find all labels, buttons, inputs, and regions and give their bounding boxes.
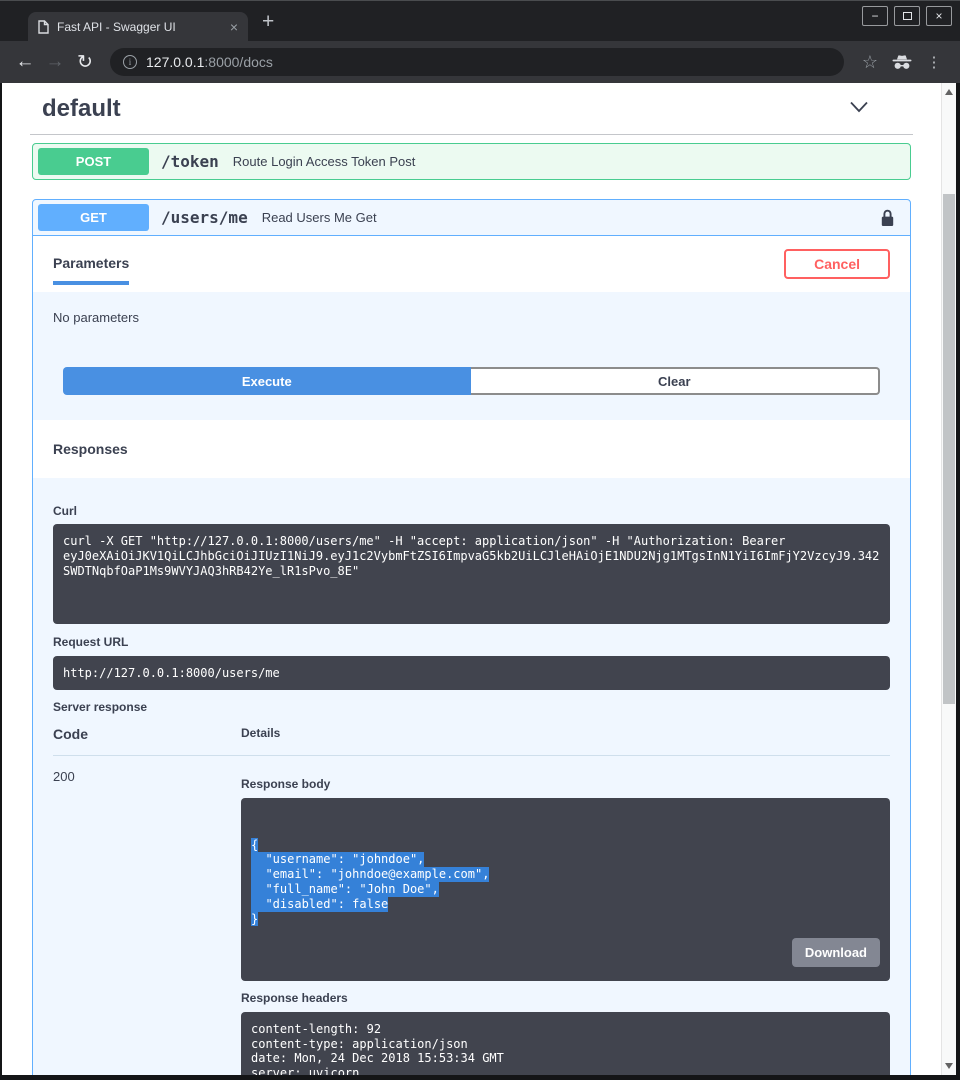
response-headers-block: content-length: 92content-type: applicat… bbox=[241, 1012, 890, 1075]
incognito-icon bbox=[886, 55, 918, 70]
curl-command-block: curl -X GET "http://127.0.0.1:8000/users… bbox=[53, 524, 890, 624]
window-controls: − × bbox=[862, 6, 952, 26]
browser-window: Fast API - Swagger UI × + − × ← → ↻ i 12… bbox=[0, 0, 960, 1080]
endpoint-get-users-me: GET /users/me Read Users Me Get Paramete… bbox=[32, 199, 911, 1075]
maximize-button[interactable] bbox=[894, 6, 920, 26]
parameters-bar: Parameters Cancel bbox=[33, 236, 910, 292]
endpoint-summary: Route Login Access Token Post bbox=[233, 154, 416, 169]
browser-menu-icon[interactable]: ⋮ bbox=[918, 53, 950, 71]
responses-section-header: Responses bbox=[33, 420, 910, 478]
maximize-icon bbox=[903, 12, 912, 20]
tag-title: default bbox=[42, 95, 121, 123]
response-body-json: { "username": "johndoe", "email": "johnd… bbox=[251, 838, 880, 927]
tab-parameters[interactable]: Parameters bbox=[53, 255, 129, 285]
minimize-button[interactable]: − bbox=[862, 6, 888, 26]
chevron-down-icon[interactable] bbox=[849, 100, 869, 118]
response-details-cell: Response body { "username": "johndoe", "… bbox=[241, 769, 890, 1075]
endpoint-path: /token bbox=[161, 152, 219, 171]
page-icon bbox=[38, 20, 49, 34]
cancel-button[interactable]: Cancel bbox=[784, 249, 890, 279]
auth-lock-icon[interactable] bbox=[881, 209, 894, 227]
url-text: 127.0.0.1:8000/docs bbox=[146, 54, 273, 70]
request-url-block: http://127.0.0.1:8000/users/me bbox=[53, 656, 890, 690]
request-url-label: Request URL bbox=[53, 635, 890, 649]
endpoint-summary: Read Users Me Get bbox=[262, 210, 377, 225]
response-headers-label: Response headers bbox=[241, 991, 890, 1005]
server-response-table-header: Code Details bbox=[53, 726, 890, 756]
refresh-icon[interactable]: ↻ bbox=[70, 51, 100, 74]
browser-toolbar: ← → ↻ i 127.0.0.1:8000/docs ☆ ⋮ bbox=[0, 41, 960, 83]
bookmark-star-icon[interactable]: ☆ bbox=[854, 52, 886, 73]
swagger-page: default POST /token Route Login Access T… bbox=[2, 83, 941, 1075]
response-body-label: Response body bbox=[241, 777, 890, 791]
execute-button[interactable]: Execute bbox=[63, 367, 471, 395]
status-code: 200 bbox=[53, 769, 241, 1075]
tab-title: Fast API - Swagger UI bbox=[57, 20, 222, 34]
endpoint-path: /users/me bbox=[161, 208, 248, 227]
code-column-header: Code bbox=[53, 726, 241, 742]
curl-label: Curl bbox=[53, 504, 890, 518]
tab-close-icon[interactable]: × bbox=[230, 20, 238, 34]
scrollbar-thumb[interactable] bbox=[943, 194, 955, 704]
scroll-up-icon[interactable] bbox=[945, 89, 953, 95]
execute-row: Execute Clear bbox=[63, 367, 880, 395]
site-info-icon[interactable]: i bbox=[123, 55, 137, 69]
browser-tab[interactable]: Fast API - Swagger UI × bbox=[28, 12, 248, 41]
clear-button[interactable]: Clear bbox=[471, 367, 881, 395]
scroll-down-icon[interactable] bbox=[945, 1063, 953, 1069]
address-bar[interactable]: i 127.0.0.1:8000/docs bbox=[110, 48, 844, 76]
new-tab-button[interactable]: + bbox=[262, 10, 274, 34]
method-badge-get: GET bbox=[38, 204, 149, 231]
responses-body: Curl curl -X GET "http://127.0.0.1:8000/… bbox=[33, 478, 910, 1075]
response-body-block: { "username": "johndoe", "email": "johnd… bbox=[241, 798, 890, 981]
tag-section-header[interactable]: default bbox=[30, 83, 913, 135]
page-scrollbar[interactable] bbox=[941, 83, 956, 1075]
details-column-header: Details bbox=[241, 726, 890, 742]
endpoint-post-token[interactable]: POST /token Route Login Access Token Pos… bbox=[32, 143, 911, 180]
method-badge-post: POST bbox=[38, 148, 149, 175]
download-button[interactable]: Download bbox=[792, 938, 880, 967]
back-icon[interactable]: ← bbox=[10, 51, 40, 73]
no-parameters-message: No parameters bbox=[33, 292, 910, 325]
page-viewport: default POST /token Route Login Access T… bbox=[0, 83, 960, 1080]
server-response-row: 200 Response body { "username": "johndoe… bbox=[53, 756, 890, 1075]
forward-icon[interactable]: → bbox=[40, 51, 70, 73]
endpoint-header[interactable]: GET /users/me Read Users Me Get bbox=[33, 200, 910, 236]
tab-strip: Fast API - Swagger UI × + − × bbox=[0, 1, 960, 41]
close-button[interactable]: × bbox=[926, 6, 952, 26]
server-response-label: Server response bbox=[53, 700, 890, 714]
